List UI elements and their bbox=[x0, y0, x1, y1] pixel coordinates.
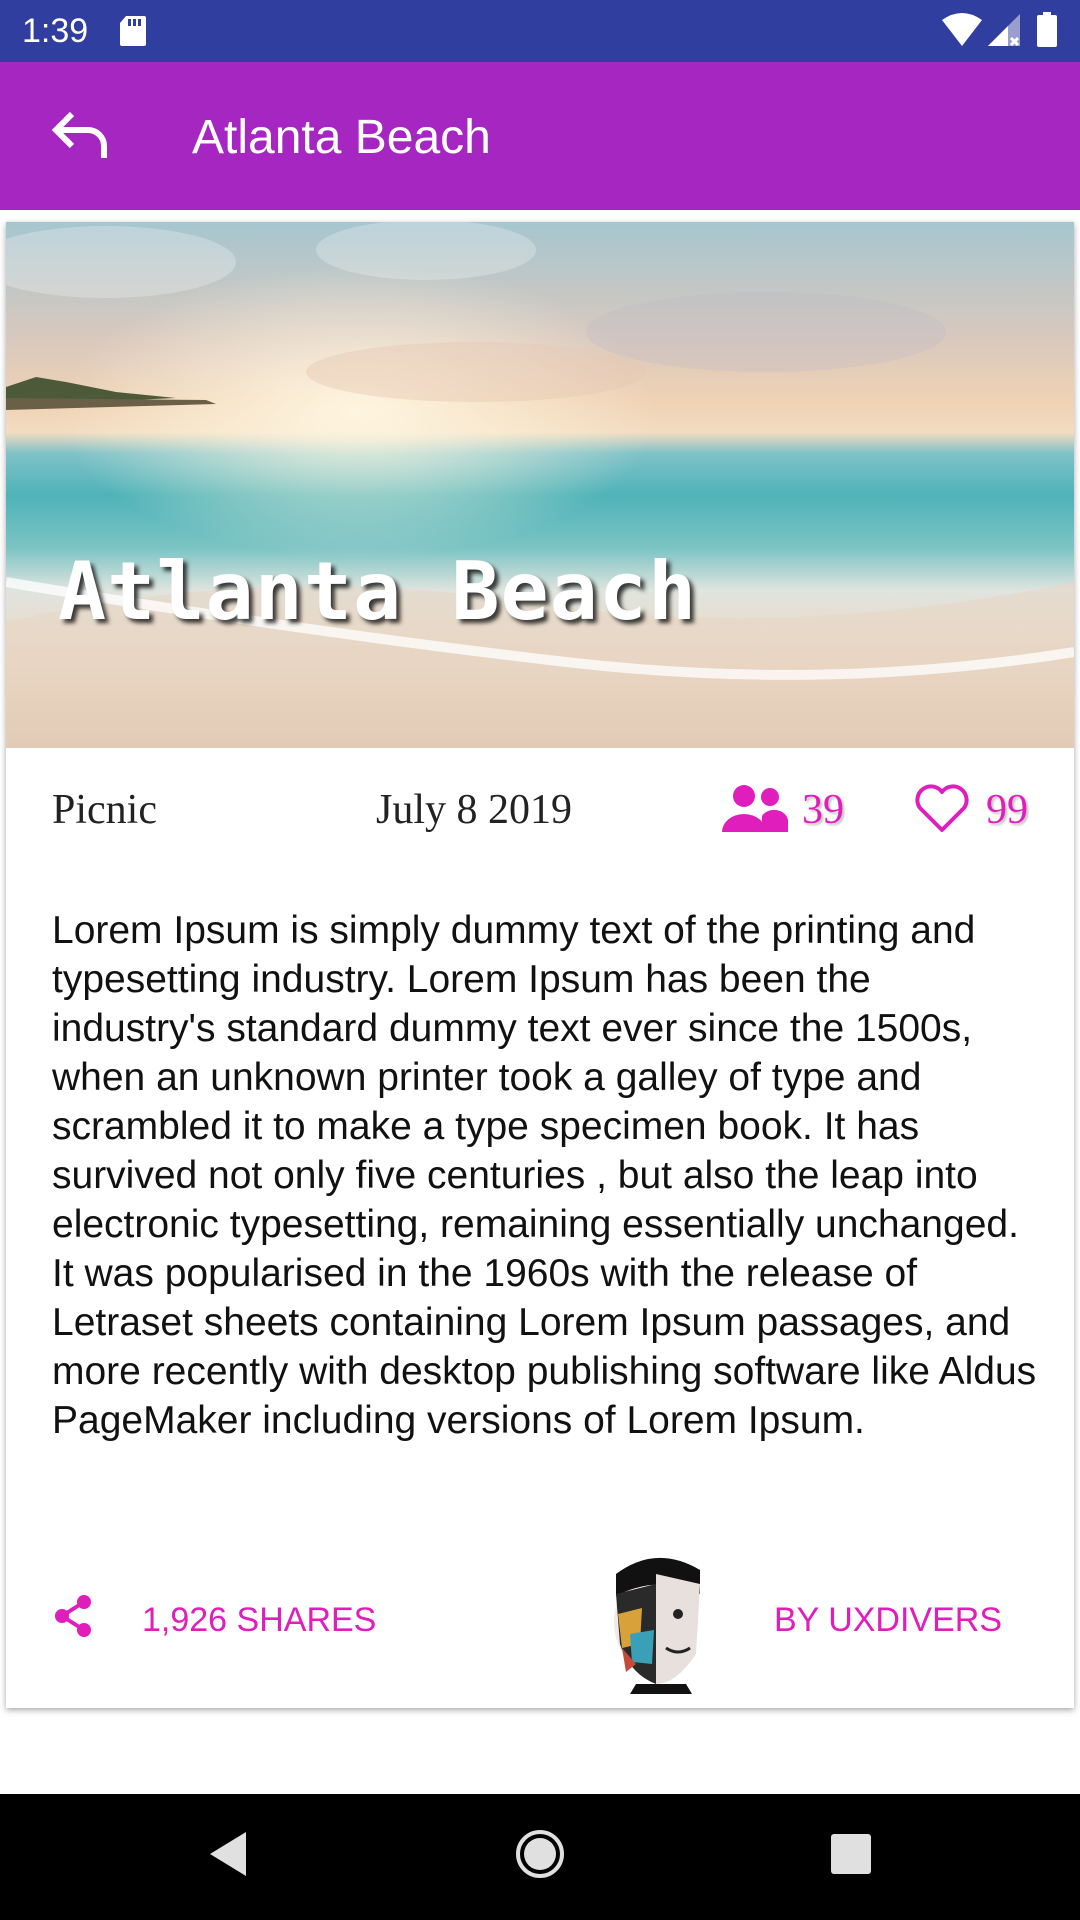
beach-scene bbox=[6, 222, 1074, 748]
back-button[interactable] bbox=[44, 102, 116, 174]
battery-icon bbox=[1037, 12, 1057, 47]
heart-icon[interactable] bbox=[914, 784, 970, 834]
people-icon bbox=[722, 785, 788, 832]
event-description: Lorem Ipsum is simply dummy text of the … bbox=[52, 909, 1037, 1442]
event-card[interactable]: Atlanta Beach Picnic July 8 2019 39 99 L… bbox=[6, 222, 1074, 1708]
nav-back-icon[interactable] bbox=[200, 1824, 256, 1884]
nav-recents-icon[interactable] bbox=[826, 1826, 876, 1882]
event-category: Picnic bbox=[52, 787, 157, 833]
page-title: Atlanta Beach bbox=[192, 111, 491, 164]
hero-title: Atlanta Beach bbox=[58, 545, 698, 638]
hero-image: Atlanta Beach bbox=[6, 222, 1074, 748]
attendees-count: 39 bbox=[802, 787, 844, 833]
status-bar: 1:39 bbox=[0, 0, 1080, 62]
share-icon[interactable] bbox=[54, 1594, 94, 1638]
signal-icon bbox=[988, 14, 1020, 47]
wifi-icon bbox=[942, 13, 982, 46]
event-date: July 8 2019 bbox=[376, 787, 573, 833]
nav-home-icon[interactable] bbox=[512, 1824, 568, 1884]
avatar[interactable] bbox=[596, 1544, 726, 1694]
back-arrow-icon bbox=[51, 111, 107, 158]
author-link[interactable]: BY UXDIVERS bbox=[774, 1598, 1002, 1642]
sd-card-icon bbox=[120, 16, 146, 46]
shares-button[interactable]: 1,926 SHARES bbox=[142, 1598, 376, 1642]
likes-count: 99 bbox=[986, 787, 1028, 833]
app-bar: Atlanta Beach bbox=[0, 62, 1080, 210]
system-nav-bar bbox=[0, 1794, 1080, 1920]
status-time: 1:39 bbox=[22, 12, 89, 50]
